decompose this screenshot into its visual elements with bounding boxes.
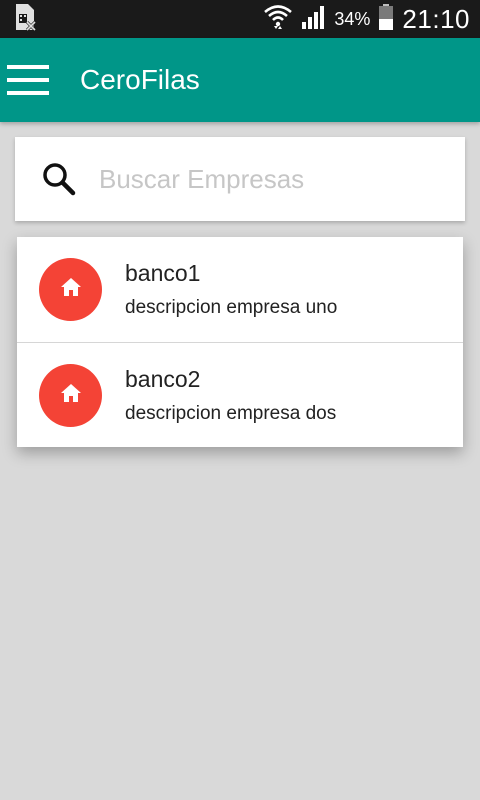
signal-icon [300, 4, 326, 35]
search-input[interactable] [99, 163, 439, 195]
home-icon [60, 277, 82, 302]
company-avatar [39, 258, 102, 321]
wifi-icon [264, 4, 293, 35]
search-bar [15, 137, 465, 221]
app-title: CeroFilas [80, 64, 200, 95]
sim-card-icon [14, 3, 37, 36]
home-icon [60, 383, 82, 408]
menu-button[interactable] [0, 52, 56, 108]
company-name: banco1 [125, 260, 201, 286]
company-description: descripcion empresa uno [125, 297, 338, 318]
hamburger-menu-icon [7, 65, 49, 95]
list-item[interactable]: banco2 descripcion empresa dos [17, 342, 463, 447]
battery-percent: 34% [334, 8, 371, 29]
company-list: banco1 descripcion empresa uno banco2 de… [17, 237, 463, 447]
clock: 21:10 [402, 3, 470, 34]
status-bar: 34% 21:10 [0, 0, 480, 38]
company-avatar [39, 363, 102, 427]
company-description: descripcion empresa dos [125, 402, 337, 424]
app-bar: CeroFilas [0, 38, 480, 122]
battery-icon [378, 3, 394, 36]
company-name: banco2 [125, 365, 201, 392]
search-icon[interactable] [39, 159, 79, 199]
list-item[interactable]: banco1 descripcion empresa uno [17, 237, 463, 342]
